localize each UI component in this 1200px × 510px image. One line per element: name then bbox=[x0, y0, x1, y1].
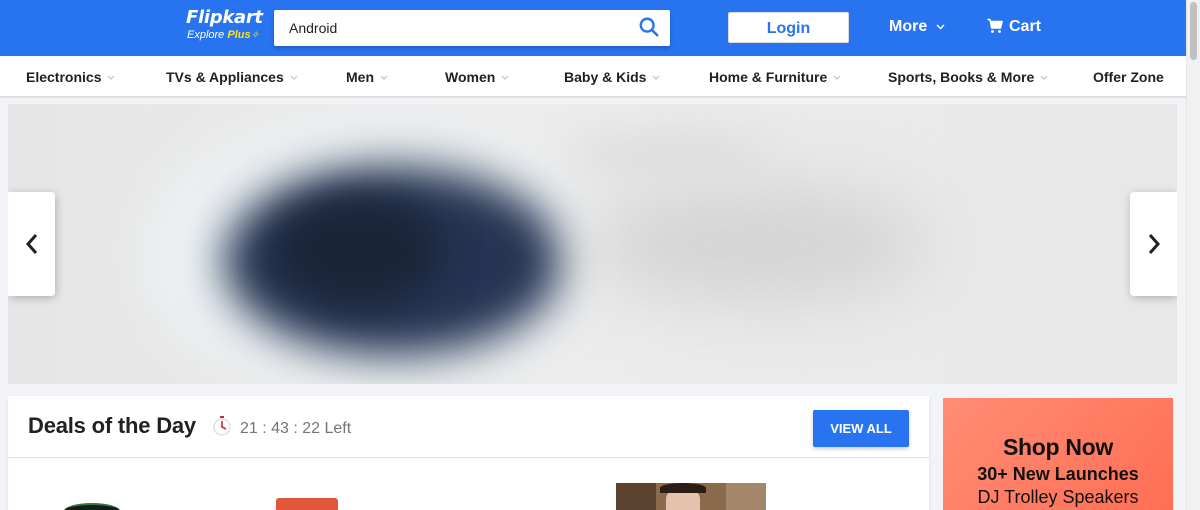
logo-wordmark: Flipkart bbox=[186, 7, 263, 28]
ad-subtitle: 30+ New Launches bbox=[977, 464, 1139, 484]
chevron-right-icon bbox=[1148, 234, 1160, 254]
nav-item-home-furniture[interactable]: Home & Furniture bbox=[709, 69, 841, 85]
chevron-down-icon bbox=[936, 24, 945, 30]
nav-item-label: Baby & Kids bbox=[564, 69, 647, 85]
search-icon bbox=[639, 17, 659, 37]
nav-item-sports-books-more[interactable]: Sports, Books & More bbox=[888, 69, 1048, 85]
plus-star-icon: ✧ bbox=[250, 30, 259, 41]
chevron-down-icon bbox=[108, 75, 115, 80]
nav-item-offer-zone[interactable]: Offer Zone bbox=[1093, 69, 1164, 85]
chevron-down-icon bbox=[380, 75, 388, 80]
deals-timer: 21 : 43 : 22 Left bbox=[212, 415, 351, 438]
ad-title: Shop Now bbox=[1002, 434, 1114, 460]
deal-product-image[interactable] bbox=[276, 498, 338, 510]
chevron-down-icon bbox=[290, 75, 298, 80]
nav-item-tvs-appliances[interactable]: TVs & Appliances bbox=[166, 69, 298, 85]
search-button[interactable] bbox=[638, 16, 662, 40]
scrollbar-thumb[interactable] bbox=[1190, 2, 1197, 60]
nav-item-men[interactable]: Men bbox=[346, 69, 388, 85]
vertical-scrollbar[interactable] bbox=[1186, 0, 1200, 510]
timer-text: 21 : 43 : 22 Left bbox=[240, 420, 352, 437]
sponsored-ad-banner[interactable]: Shop Now 30+ New Launches DJ Trolley Spe… bbox=[943, 398, 1173, 510]
more-label: More bbox=[889, 18, 928, 35]
ad-description: DJ Trolley Speakers bbox=[977, 487, 1139, 507]
chevron-down-icon bbox=[833, 75, 841, 80]
carousel-prev-button[interactable] bbox=[8, 192, 55, 296]
banner-heading-blur bbox=[568, 134, 768, 174]
search-input[interactable] bbox=[274, 10, 639, 46]
chevron-down-icon bbox=[653, 75, 660, 80]
view-all-button[interactable]: VIEW ALL bbox=[813, 410, 909, 447]
nav-item-women[interactable]: Women bbox=[445, 69, 509, 85]
chevron-down-icon bbox=[501, 75, 509, 80]
nav-item-label: Sports, Books & More bbox=[888, 69, 1035, 85]
banner-product-shadow bbox=[273, 196, 443, 306]
cart-label: Cart bbox=[1009, 18, 1042, 35]
logo-tagline: Explore Plus✧ bbox=[187, 28, 263, 43]
more-menu[interactable]: More bbox=[889, 18, 945, 36]
cart-link[interactable]: Cart bbox=[987, 18, 1041, 36]
search-bar bbox=[274, 10, 670, 46]
nav-item-label: Men bbox=[346, 69, 374, 85]
nav-item-label: Electronics bbox=[26, 69, 102, 85]
chevron-left-icon bbox=[25, 234, 37, 254]
nav-item-label: Home & Furniture bbox=[709, 69, 828, 85]
flipkart-logo[interactable]: Flipkart Explore Plus✧ bbox=[186, 8, 263, 43]
carousel-next-button[interactable] bbox=[1130, 192, 1177, 296]
hero-banner[interactable] bbox=[8, 104, 1177, 384]
nav-item-electronics[interactable]: Electronics bbox=[26, 69, 115, 85]
deals-header: Deals of the Day 21 : 43 : 22 Left VIEW … bbox=[8, 396, 929, 458]
deals-title: Deals of the Day bbox=[28, 413, 196, 438]
category-nav: Electronics TVs & Appliances Men Women B… bbox=[0, 56, 1186, 97]
logo-tagline-explore: Explore bbox=[187, 29, 225, 41]
banner-text-blur bbox=[588, 184, 928, 304]
deal-product-image[interactable] bbox=[64, 503, 120, 510]
nav-item-label: Offer Zone bbox=[1093, 69, 1164, 85]
chevron-down-icon bbox=[1040, 75, 1048, 80]
nav-item-label: Women bbox=[445, 69, 496, 85]
nav-item-label: TVs & Appliances bbox=[166, 69, 284, 85]
timer-clock-icon bbox=[213, 416, 231, 436]
deal-product-image[interactable] bbox=[616, 483, 766, 510]
top-header: Flipkart Explore Plus✧ Login More Cart bbox=[0, 0, 1186, 56]
nav-item-baby-kids[interactable]: Baby & Kids bbox=[564, 69, 660, 85]
deals-of-the-day-section: Deals of the Day 21 : 43 : 22 Left VIEW … bbox=[8, 396, 929, 510]
login-button[interactable]: Login bbox=[728, 12, 849, 43]
logo-tagline-plus: Plus bbox=[227, 29, 251, 41]
cart-icon bbox=[987, 18, 1003, 33]
